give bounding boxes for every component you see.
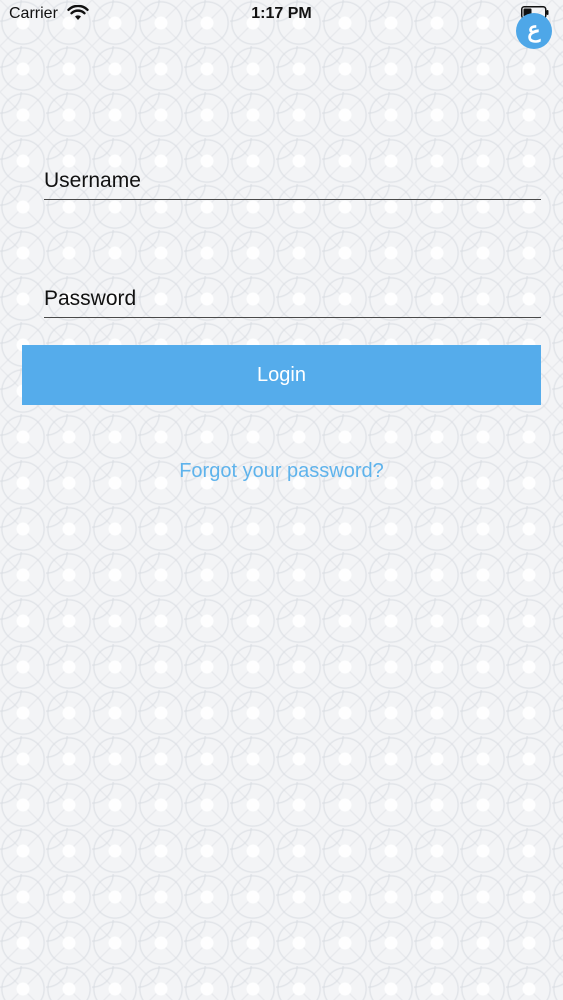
login-button[interactable]: Login <box>22 345 541 405</box>
username-input[interactable] <box>44 169 541 193</box>
status-time: 1:17 PM <box>251 5 312 22</box>
password-input[interactable] <box>44 287 541 311</box>
password-field[interactable] <box>44 269 541 318</box>
username-field[interactable] <box>44 151 541 200</box>
status-bar: Carrier 1:17 PM <box>0 0 563 30</box>
forgot-password-link[interactable]: Forgot your password? <box>0 460 563 483</box>
app-badge-icon[interactable]: ع <box>516 13 552 49</box>
